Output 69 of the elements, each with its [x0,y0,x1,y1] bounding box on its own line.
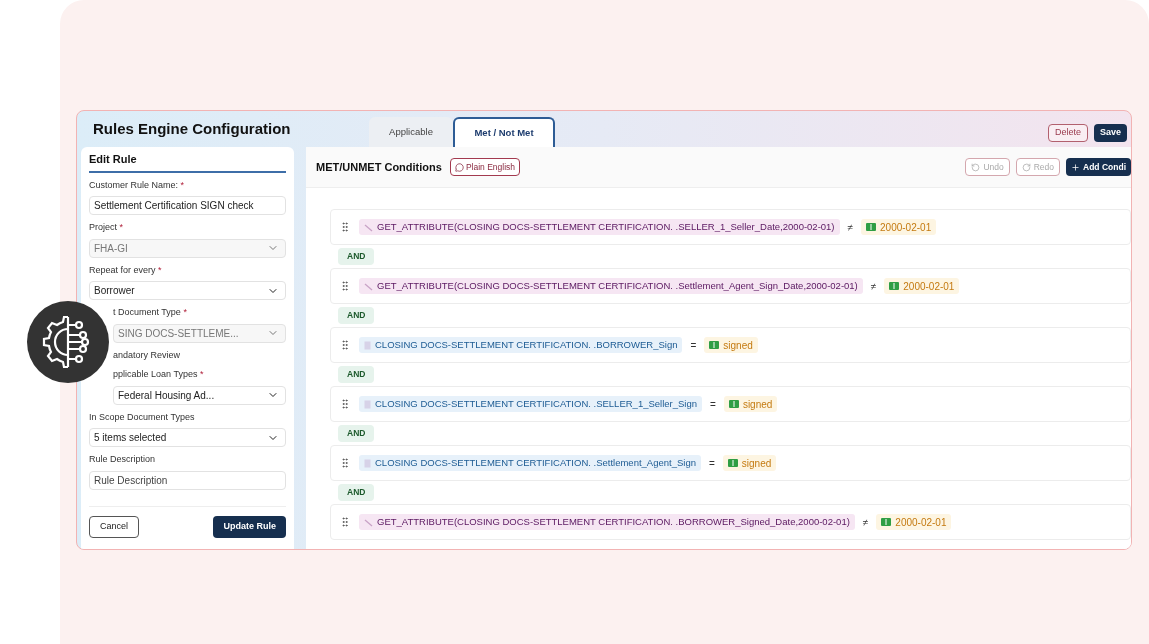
field-label: Customer Rule Name: * [89,178,186,192]
book-icon [728,400,739,408]
condition-expression: GET_ATTRIBUTE(CLOSING DOCS-SETTLEMENT CERTIFICATION. .SELLER_1_Seller_Date,2000-02-01) [359,219,840,235]
undo-icon [971,162,981,172]
header-button[interactable]: Delete [1047,124,1088,142]
condition-value: signed [704,337,758,353]
plain-english-button[interactable]: Plain English [449,158,520,176]
operator: = [690,338,697,353]
text-field[interactable]: Rule Description [89,470,286,490]
condition-expression: CLOSING DOCS-SETTLEMENT CERTIFICATION. .SELLER_1_Seller_Sign [359,396,703,412]
condition-expression: GET_ATTRIBUTE(CLOSING DOCS-SETTLEMENT CERTIFICATION. .Settlement_Agent_Sign_Date,2000-02-01) [359,278,863,294]
function-icon [364,517,373,527]
panel-title: Edit Rule [89,151,286,173]
condition-expression: CLOSING DOCS-SETTLEMENT CERTIFICATION. .Settlement_Agent_Sign [359,455,701,471]
drag-handle-icon[interactable] [339,221,351,233]
add-icon [1071,162,1081,172]
drag-handle-icon[interactable] [339,457,351,469]
document-icon [364,458,371,468]
operator: = [709,456,715,471]
operator: = [710,397,716,412]
and-label: AND [338,484,375,501]
operator: ≠ [870,279,877,294]
tab[interactable]: Applicable [369,117,453,147]
field-label: Rule Description [89,453,157,466]
condition-expression: CLOSING DOCS-SETTLEMENT CERTIFICATION. .BORROWER_Sign [359,337,683,353]
field-label: Repeat for every * [89,263,163,277]
select-field[interactable]: 5 items selected [89,428,286,447]
field-label: t Document Type * [112,306,188,319]
field-label: andatory Review [112,348,182,362]
page-title: Rules Engine Configuration [93,118,292,139]
book-icon [889,282,900,290]
condition-value: signed [722,455,777,471]
book-icon [866,223,877,231]
document-icon [364,340,371,350]
drag-handle-icon[interactable] [339,516,351,528]
book-icon [727,459,738,467]
form-button[interactable]: Cancel [89,515,139,538]
and-label: AND [338,366,375,383]
text-field[interactable]: Settlement Certification SIGN check [89,196,286,215]
condition-value: 2000-02-01 [861,219,937,235]
header-button[interactable]: Save [1093,124,1127,142]
condition-value: signed [723,396,778,412]
tab[interactable]: Met / Not Met [453,117,555,147]
and-label: AND [338,425,375,442]
book-icon [709,341,720,349]
field-label: pplicable Loan Types * [112,368,205,381]
operator: ≠ [862,515,869,530]
function-icon [364,281,373,291]
field-label: In Scope Document Types [89,410,196,424]
operator: ≠ [847,220,854,235]
toolbar-button[interactable]: Add Condi [1066,158,1131,176]
function-icon [364,222,373,232]
select-field[interactable]: Federal Housing Ad... [113,385,286,405]
drag-handle-icon[interactable] [339,280,351,292]
condition-value: 2000-02-01 [884,278,960,294]
and-label: AND [338,248,375,265]
book-icon [881,518,892,526]
condition-expression: GET_ATTRIBUTE(CLOSING DOCS-SETTLEMENT CERTIFICATION. .BORROWER_Signed_Date,2000-02-01) [359,514,855,530]
section-title: MET/UNMET Conditions [316,159,442,175]
document-icon [364,399,371,409]
field-label: Project * [89,221,125,234]
chat-bubble-icon [454,162,464,172]
form-button[interactable]: Update Rule [213,515,286,538]
and-label: AND [338,307,375,324]
condition-value: 2000-02-01 [876,514,952,530]
drag-handle-icon[interactable] [339,398,351,410]
redo-icon [1021,162,1031,172]
select-field[interactable]: Borrower [89,281,286,300]
drag-handle-icon[interactable] [339,339,351,351]
